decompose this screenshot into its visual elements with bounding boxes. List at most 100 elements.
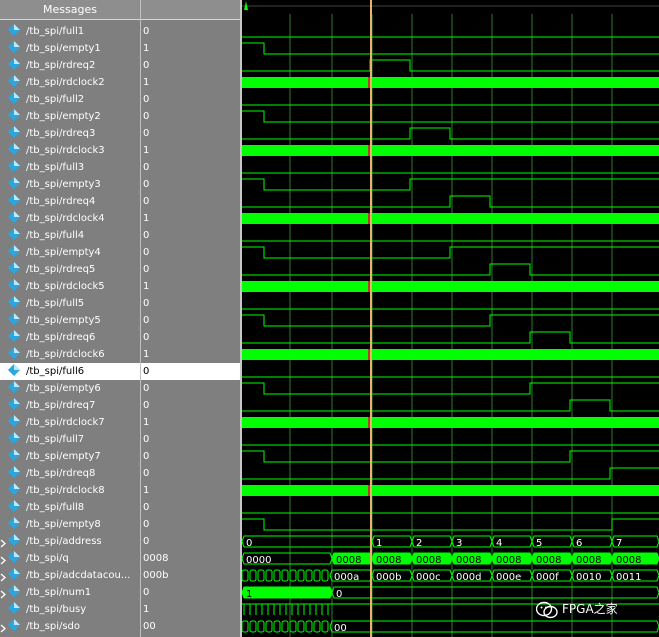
signal-name: /tb_spi/q xyxy=(26,553,69,564)
signal-row[interactable]: /tb_spi/rdreq3 xyxy=(0,125,140,142)
signal-row[interactable]: /tb_spi/empty4 xyxy=(0,244,140,261)
signal-trace xyxy=(242,127,659,140)
wechat-logo-icon xyxy=(535,601,558,619)
signal-row[interactable]: /tb_spi/rdreq7 xyxy=(0,397,140,414)
signal-value: 1 xyxy=(143,604,150,615)
signal-diamond-icon xyxy=(8,415,20,427)
signal-row[interactable]: /tb_spi/rdclock2 xyxy=(0,74,140,91)
signal-value: 1 xyxy=(143,417,150,428)
signal-name: /tb_spi/rdclock2 xyxy=(26,77,105,88)
signal-value: 1 xyxy=(143,77,150,88)
signal-diamond-icon xyxy=(8,296,20,308)
signal-row[interactable]: /tb_spi/rdreq4 xyxy=(0,193,140,210)
expand-icon[interactable] xyxy=(0,537,6,548)
bus-value-label: 0008 xyxy=(536,555,561,566)
signal-row[interactable]: /tb_spi/rdclock6 xyxy=(0,346,140,363)
signal-value: 0 xyxy=(143,502,150,513)
bus-glitch xyxy=(313,620,321,633)
signal-row[interactable]: /tb_spi/full3 xyxy=(0,159,140,176)
signal-row[interactable]: /tb_spi/rdclock5 xyxy=(0,278,140,295)
bus-glitch xyxy=(321,620,329,633)
time-cursor[interactable] xyxy=(370,0,372,637)
signal-name: /tb_spi/empty5 xyxy=(26,315,101,326)
signal-row[interactable]: /tb_spi/adcdatacou... xyxy=(0,567,140,584)
bus-glitch xyxy=(305,569,313,582)
signal-value: 1 xyxy=(143,485,150,496)
bus-value-label: 0008 xyxy=(456,555,481,566)
signal-row[interactable]: /tb_spi/address xyxy=(0,533,140,550)
signal-diamond-icon xyxy=(8,24,20,36)
signal-diamond-icon xyxy=(8,534,20,546)
signal-row[interactable]: /tb_spi/sdo xyxy=(0,618,140,635)
signal-row[interactable]: /tb_spi/rdreq2 xyxy=(0,57,140,74)
bus-glitch xyxy=(281,620,289,633)
signal-value: 1 xyxy=(143,349,150,360)
clock-trace xyxy=(242,145,659,156)
signal-name: /tb_spi/rdclock8 xyxy=(26,485,105,496)
signal-value: 0 xyxy=(143,315,150,326)
signal-diamond-icon xyxy=(8,432,20,444)
signal-diamond-icon xyxy=(8,279,20,291)
signal-name: /tb_spi/rdclock7 xyxy=(26,417,105,428)
signal-row[interactable]: /tb_spi/full1 xyxy=(0,23,140,40)
signal-row[interactable]: /tb_spi/rdclock7 xyxy=(0,414,140,431)
signal-diamond-icon xyxy=(8,381,20,393)
signal-name: /tb_spi/rdreq4 xyxy=(26,196,96,207)
signal-diamond-icon xyxy=(8,602,20,614)
signal-value: 0 xyxy=(143,400,150,411)
signal-value: 0 xyxy=(143,111,150,122)
signal-row[interactable]: /tb_spi/q xyxy=(0,550,140,567)
bus-value-label: 000b xyxy=(376,572,401,583)
signal-row[interactable]: /tb_spi/empty5 xyxy=(0,312,140,329)
signal-row[interactable]: /tb_spi/empty3 xyxy=(0,176,140,193)
signal-name: /tb_spi/rdclock5 xyxy=(26,281,105,292)
signal-name: /tb_spi/full6 xyxy=(26,366,85,377)
waveform-canvas[interactable]: 0 1 2 3 4 5 6 7 0000 0008 0008 0008 0008 0008 0008 0008… xyxy=(242,0,659,637)
expand-icon[interactable] xyxy=(0,554,6,565)
signal-row[interactable]: /tb_spi/full6 xyxy=(0,363,140,380)
signal-row[interactable]: /tb_spi/full2 xyxy=(0,91,140,108)
bus-value-label: 0000 xyxy=(246,555,271,566)
signal-row[interactable]: /tb_spi/full5 xyxy=(0,295,140,312)
signal-row[interactable]: /tb_spi/empty2 xyxy=(0,108,140,125)
signal-row[interactable]: /tb_spi/full7 xyxy=(0,431,140,448)
bus-value-label: 0008 xyxy=(496,555,521,566)
signal-row[interactable]: /tb_spi/full8 xyxy=(0,499,140,516)
signal-diamond-icon xyxy=(8,160,20,172)
signal-row[interactable]: /tb_spi/rdreq5 xyxy=(0,261,140,278)
watermark-text: FPGA之家 xyxy=(562,602,618,616)
waveform-pane[interactable]: 0 1 2 3 4 5 6 7 0000 0008 0008 0008 0008 0008 0008 0008… xyxy=(242,0,659,637)
signal-diamond-icon xyxy=(8,143,20,155)
signal-row[interactable]: /tb_spi/rdclock4 xyxy=(0,210,140,227)
expand-icon[interactable] xyxy=(0,622,6,633)
signal-name: /tb_spi/rdreq3 xyxy=(26,128,96,139)
signal-diamond-icon xyxy=(8,330,20,342)
bus-value-label: 0008 xyxy=(336,555,361,566)
bus-value-label: 0 xyxy=(336,589,342,600)
signal-diamond-icon xyxy=(8,619,20,631)
signal-trace xyxy=(242,246,659,259)
signal-row[interactable]: /tb_spi/rdreq8 xyxy=(0,465,140,482)
bus-value-label: 000c xyxy=(416,572,441,583)
signal-trace xyxy=(242,110,659,123)
expand-icon[interactable] xyxy=(0,588,6,599)
signal-row[interactable]: /tb_spi/full4 xyxy=(0,227,140,244)
bus-glitch xyxy=(242,620,249,633)
signal-trace xyxy=(242,59,659,72)
expand-icon[interactable] xyxy=(0,571,6,582)
bus-glitch xyxy=(265,569,273,582)
signal-row[interactable]: /tb_spi/empty7 xyxy=(0,448,140,465)
bus-value-label: 0008 xyxy=(416,555,441,566)
signal-row[interactable]: /tb_spi/rdreq6 xyxy=(0,329,140,346)
signal-row[interactable]: /tb_spi/rdclock8 xyxy=(0,482,140,499)
signal-row[interactable]: /tb_spi/busy xyxy=(0,601,140,618)
signal-row[interactable]: /tb_spi/rdclock3 xyxy=(0,142,140,159)
signal-row[interactable]: /tb_spi/num1 xyxy=(0,584,140,601)
bus-glitch xyxy=(249,620,257,633)
signal-row[interactable]: /tb_spi/empty8 xyxy=(0,516,140,533)
signal-value: 0 xyxy=(143,451,150,462)
signal-row[interactable]: /tb_spi/empty6 xyxy=(0,380,140,397)
signal-diamond-icon xyxy=(8,109,20,121)
signal-row[interactable]: /tb_spi/empty1 xyxy=(0,40,140,57)
bus-value-label: 6 xyxy=(576,538,582,549)
